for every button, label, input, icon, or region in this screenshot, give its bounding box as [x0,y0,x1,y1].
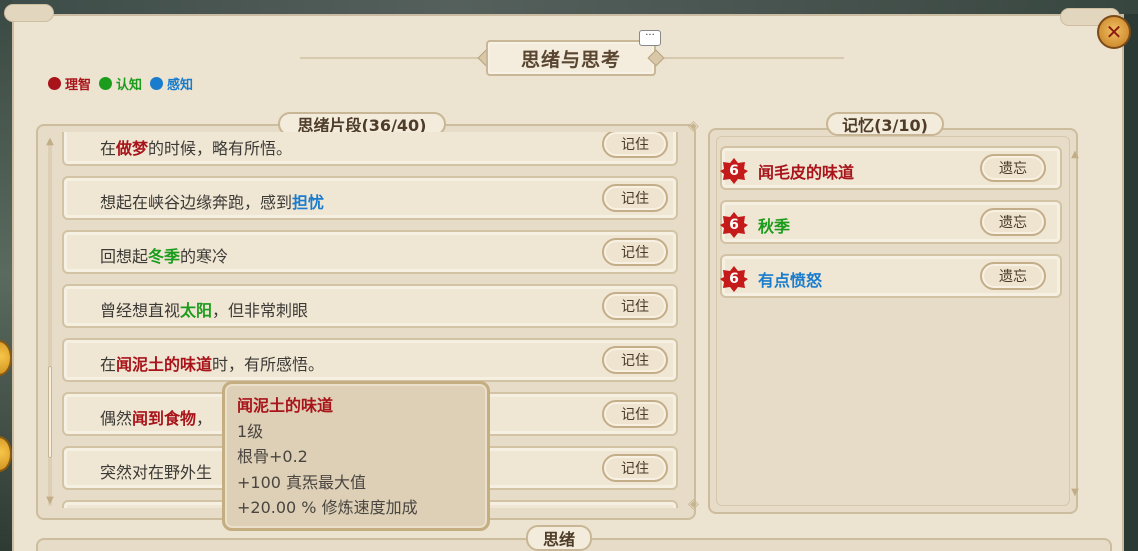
fragment-row: 想起在峡谷边缘奔跑，感到担忧 记住 [62,176,678,220]
tooltip-stat: +20.00 % 修炼速度加成 [237,498,418,517]
memory-row: 6 闻毛皮的味道 遗忘 [720,146,1062,190]
remember-button[interactable]: 记住 [602,400,668,428]
thoughts-title-text: 思绪 [542,530,575,549]
fragments-scroll-thumb[interactable] [48,366,52,458]
memory-label: 秋季 [758,217,791,236]
red-dot-icon [48,77,61,90]
fragment-tooltip: 闻泥土的味道 1级 根骨+0.2 +100 真炁最大值 +20.00 % 修炼速… [222,381,490,531]
tooltip-stat: 根骨+0.2 [237,447,308,466]
remember-button[interactable]: 记住 [602,292,668,320]
legend-label: 感知 [167,78,194,93]
legend-label: 认知 [116,78,143,93]
legend-item-reason: 理智 [48,74,91,93]
fragment-text: 偶然闻到食物， [100,409,213,428]
fragment-row: 回想起冬季的寒冷 记住 [62,230,678,274]
fragment-text: 在做梦的时候，略有所悟。 [100,139,293,158]
background-scenery-top [0,0,1138,14]
fragment-text: 想起在峡谷边缘奔跑，感到担忧 [100,193,325,212]
remember-button[interactable]: 记住 [602,454,668,482]
scroll-down-icon[interactable]: ▼ [1070,488,1080,498]
fragment-text: 在闻泥土的味道时，有所感悟。 [100,355,325,374]
scroll-up-icon[interactable]: ▲ [45,137,55,147]
legend-item-cognition: 认知 [99,74,142,93]
fragment-row: 在闻泥土的味道时，有所感悟。 记住 [62,338,678,382]
remember-button[interactable]: 记住 [602,132,668,158]
legend-item-perception: 感知 [150,74,193,93]
memory-level-badge: 6 [720,265,748,293]
legend-label: 理智 [65,78,92,93]
fragment-row: 曾经想直视太阳，但非常刺眼 记住 [62,284,678,328]
fragment-text: 回想起冬季的寒冷 [100,247,229,266]
tooltip-stat: +100 真炁最大值 [237,472,367,492]
scroll-up-icon[interactable]: ▲ [1070,150,1080,160]
tooltip-title: 闻泥土的味道 [237,396,334,415]
memory-title: 记忆(3/10) [826,112,944,136]
title-plate: 思绪与思考 [477,40,665,76]
memory-label: 有点愤怒 [758,271,823,290]
memory-level-badge: 6 [720,211,748,239]
title-plate-inner: 思绪与思考 [486,40,656,76]
scroll-down-icon[interactable]: ▼ [45,496,55,506]
title-divider [664,57,844,59]
close-button[interactable]: ✕ [1097,15,1131,49]
memory-row: 6 有点愤怒 遗忘 [720,254,1062,298]
cloud-ornament [4,4,54,22]
frame-ornament: ◈ [688,496,699,512]
fragment-row: 在做梦的时候，略有所悟。 记住 [62,132,678,166]
memory-label: 闻毛皮的味道 [758,163,855,182]
forget-button[interactable]: 遗忘 [980,208,1046,236]
close-icon: ✕ [1105,20,1123,44]
frame-ornament: ◈ [688,118,699,134]
green-dot-icon [99,77,113,90]
forget-button[interactable]: 遗忘 [980,262,1046,290]
title-divider [300,57,480,59]
memory-title-text: 记忆(3/10) [842,116,928,135]
forget-button[interactable]: 遗忘 [980,154,1046,182]
page-title: 思绪与思考 [520,48,621,71]
blue-dot-icon [150,77,164,90]
tooltip-level: 1级 [237,421,264,441]
remember-button[interactable]: 记住 [602,346,668,374]
memory-row: 6 秋季 遗忘 [720,200,1062,244]
attribute-legend: 理智 认知 感知 [48,74,193,93]
fragment-text: 突然对在野外生 [100,463,213,482]
remember-button[interactable]: 记住 [602,238,668,266]
memory-frame-inner [716,136,1070,506]
chat-bubble-icon[interactable]: ··· [639,30,661,46]
fragment-text: 曾经想直视太阳，但非常刺眼 [100,301,309,320]
remember-button[interactable]: 记住 [602,184,668,212]
thoughts-title: 思绪 [526,525,592,551]
memory-level-badge: 6 [720,157,748,185]
